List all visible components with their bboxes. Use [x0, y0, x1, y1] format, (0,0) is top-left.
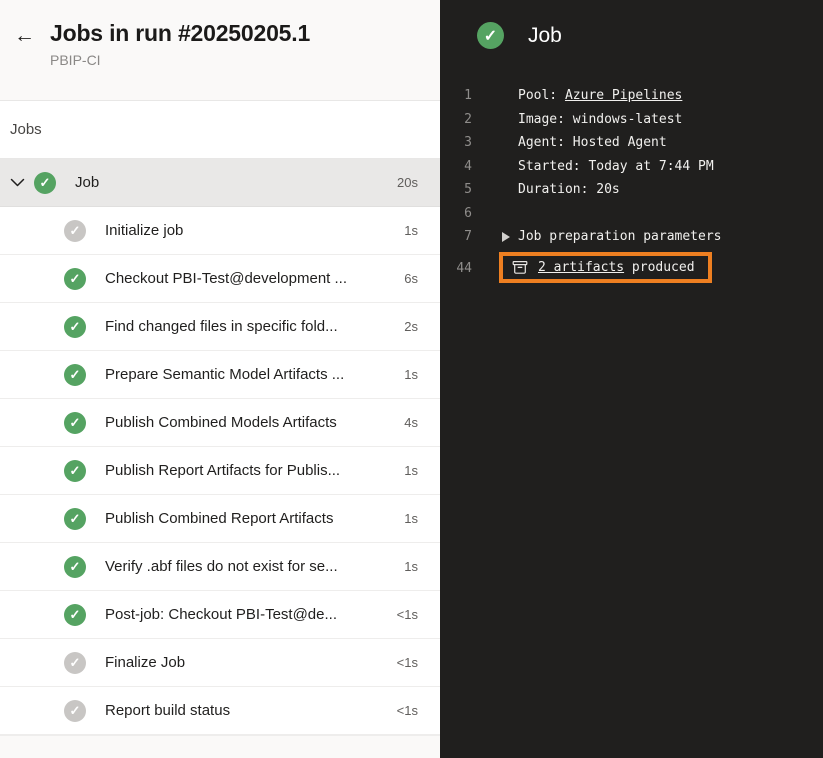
step-duration: 2s [404, 319, 418, 334]
step-label: Prepare Semantic Model Artifacts ... [105, 366, 345, 383]
step-duration: 4s [404, 415, 418, 430]
log-text: Duration: 20s [518, 182, 620, 198]
step-status-icon: ✓ [64, 267, 86, 290]
log-line-collapsible[interactable]: 7 Job preparation parameters [440, 225, 823, 249]
log-job-title: Job [528, 23, 562, 47]
artifacts-highlight-box: 2 artifacts produced [499, 251, 712, 283]
jobs-panel: ← Jobs in run #20250205.1 PBIP-CI Jobs ✓… [0, 0, 440, 758]
step-label: Initialize job [105, 222, 184, 239]
step-row[interactable]: ✓ Publish Report Artifacts for Publis...… [0, 447, 440, 495]
run-header: ← Jobs in run #20250205.1 PBIP-CI [0, 0, 440, 101]
pool-link[interactable]: Azure Pipelines [565, 88, 682, 103]
step-label: Finalize Job [105, 654, 186, 671]
line-number[interactable]: 6 [440, 206, 472, 221]
log-text: Agent: Hosted Agent [518, 135, 667, 151]
log-line-artifacts: 44 2 artifacts produced [440, 251, 823, 283]
step-status-icon: ✓ [64, 507, 86, 530]
log-text: Pool: [518, 88, 565, 104]
step-duration: 1s [404, 463, 418, 478]
line-number[interactable]: 2 [440, 112, 472, 127]
artifacts-suffix: produced [624, 259, 695, 275]
log-line: 4 Started: Today at 7:44 PM [440, 155, 823, 179]
job-duration: 20s [397, 175, 418, 190]
log-header: ✓ Job [440, 0, 823, 49]
chevron-down-icon[interactable] [0, 178, 34, 188]
step-status-icon: ✓ [64, 363, 86, 386]
package-icon [512, 260, 528, 275]
log-line: 5 Duration: 20s [440, 178, 823, 202]
step-status-icon: ✓ [64, 699, 86, 722]
pipeline-run-page: ← Jobs in run #20250205.1 PBIP-CI Jobs ✓… [0, 0, 823, 758]
step-duration: 1s [404, 511, 418, 526]
left-footer-strip [0, 735, 440, 758]
step-duration: 1s [404, 223, 418, 238]
line-number[interactable]: 5 [440, 182, 472, 197]
step-duration: <1s [396, 703, 418, 718]
log-panel: ✓ Job 1 Pool: Azure Pipelines 2 Image: w… [440, 0, 823, 758]
step-duration: 1s [404, 367, 418, 382]
step-label: Publish Combined Report Artifacts [105, 510, 334, 527]
step-label: Checkout PBI-Test@development ... [105, 270, 348, 287]
step-status-icon: ✓ [64, 555, 86, 578]
step-label: Find changed files in specific fold... [105, 318, 338, 335]
step-status-icon: ✓ [64, 315, 86, 338]
step-label: Publish Combined Models Artifacts [105, 414, 337, 431]
step-duration: 6s [404, 271, 418, 286]
log-line: 1 Pool: Azure Pipelines [440, 84, 823, 108]
step-row[interactable]: ✓ Post-job: Checkout PBI-Test@de... <1s [0, 591, 440, 639]
log-line: 2 Image: windows-latest [440, 108, 823, 132]
job-row[interactable]: ✓ Job 20s [0, 159, 440, 207]
step-row[interactable]: ✓ Checkout PBI-Test@development ... 6s [0, 255, 440, 303]
step-status-icon: ✓ [64, 603, 86, 626]
step-status-icon: ✓ [64, 411, 86, 434]
job-status-icon: ✓ [34, 171, 56, 194]
triangle-right-icon[interactable] [502, 231, 510, 242]
step-status-icon: ✓ [64, 651, 86, 674]
jobs-section-text: Jobs [10, 121, 42, 138]
step-row[interactable]: ✓ Find changed files in specific fold...… [0, 303, 440, 351]
line-number[interactable]: 3 [440, 135, 472, 150]
run-title-block: Jobs in run #20250205.1 PBIP-CI [50, 20, 310, 68]
step-label: Verify .abf files do not exist for se... [105, 558, 338, 575]
step-duration: <1s [396, 607, 418, 622]
page-title: Jobs in run #20250205.1 [50, 20, 311, 46]
step-row[interactable]: ✓ Finalize Job <1s [0, 639, 440, 687]
log-job-status-icon: ✓ [477, 22, 504, 49]
step-label: Publish Report Artifacts for Publis... [105, 462, 341, 479]
step-row[interactable]: ✓ Verify .abf files do not exist for se.… [0, 543, 440, 591]
line-number[interactable]: 7 [440, 229, 472, 244]
back-button[interactable]: ← [14, 20, 50, 49]
job-label: Job [75, 174, 100, 191]
step-duration: 1s [404, 559, 418, 574]
step-row[interactable]: ✓ Publish Combined Models Artifacts 4s [0, 399, 440, 447]
line-number[interactable]: 44 [440, 252, 472, 276]
line-number[interactable]: 1 [440, 88, 472, 103]
step-row[interactable]: ✓ Report build status <1s [0, 687, 440, 735]
log-lines: 1 Pool: Azure Pipelines 2 Image: windows… [440, 84, 823, 283]
line-number[interactable]: 4 [440, 159, 472, 174]
log-line: 3 Agent: Hosted Agent [440, 131, 823, 155]
step-status-icon: ✓ [64, 219, 86, 242]
log-text: Image: windows-latest [518, 111, 683, 127]
line-gutter [472, 231, 518, 242]
step-row[interactable]: ✓ Initialize job 1s [0, 207, 440, 255]
jobs-section-label: Jobs [0, 101, 440, 159]
step-label: Post-job: Checkout PBI-Test@de... [105, 606, 337, 623]
step-status-icon: ✓ [64, 459, 86, 482]
step-duration: <1s [396, 655, 418, 670]
pipeline-name[interactable]: PBIP-CI [50, 52, 310, 68]
step-row[interactable]: ✓ Prepare Semantic Model Artifacts ... 1… [0, 351, 440, 399]
log-text: Started: Today at 7:44 PM [518, 158, 714, 174]
step-label: Report build status [105, 702, 231, 719]
log-line: 6 [440, 202, 823, 226]
artifacts-link[interactable]: 2 artifacts [538, 260, 624, 275]
log-text: Job preparation parameters [518, 229, 722, 245]
step-row[interactable]: ✓ Publish Combined Report Artifacts 1s [0, 495, 440, 543]
